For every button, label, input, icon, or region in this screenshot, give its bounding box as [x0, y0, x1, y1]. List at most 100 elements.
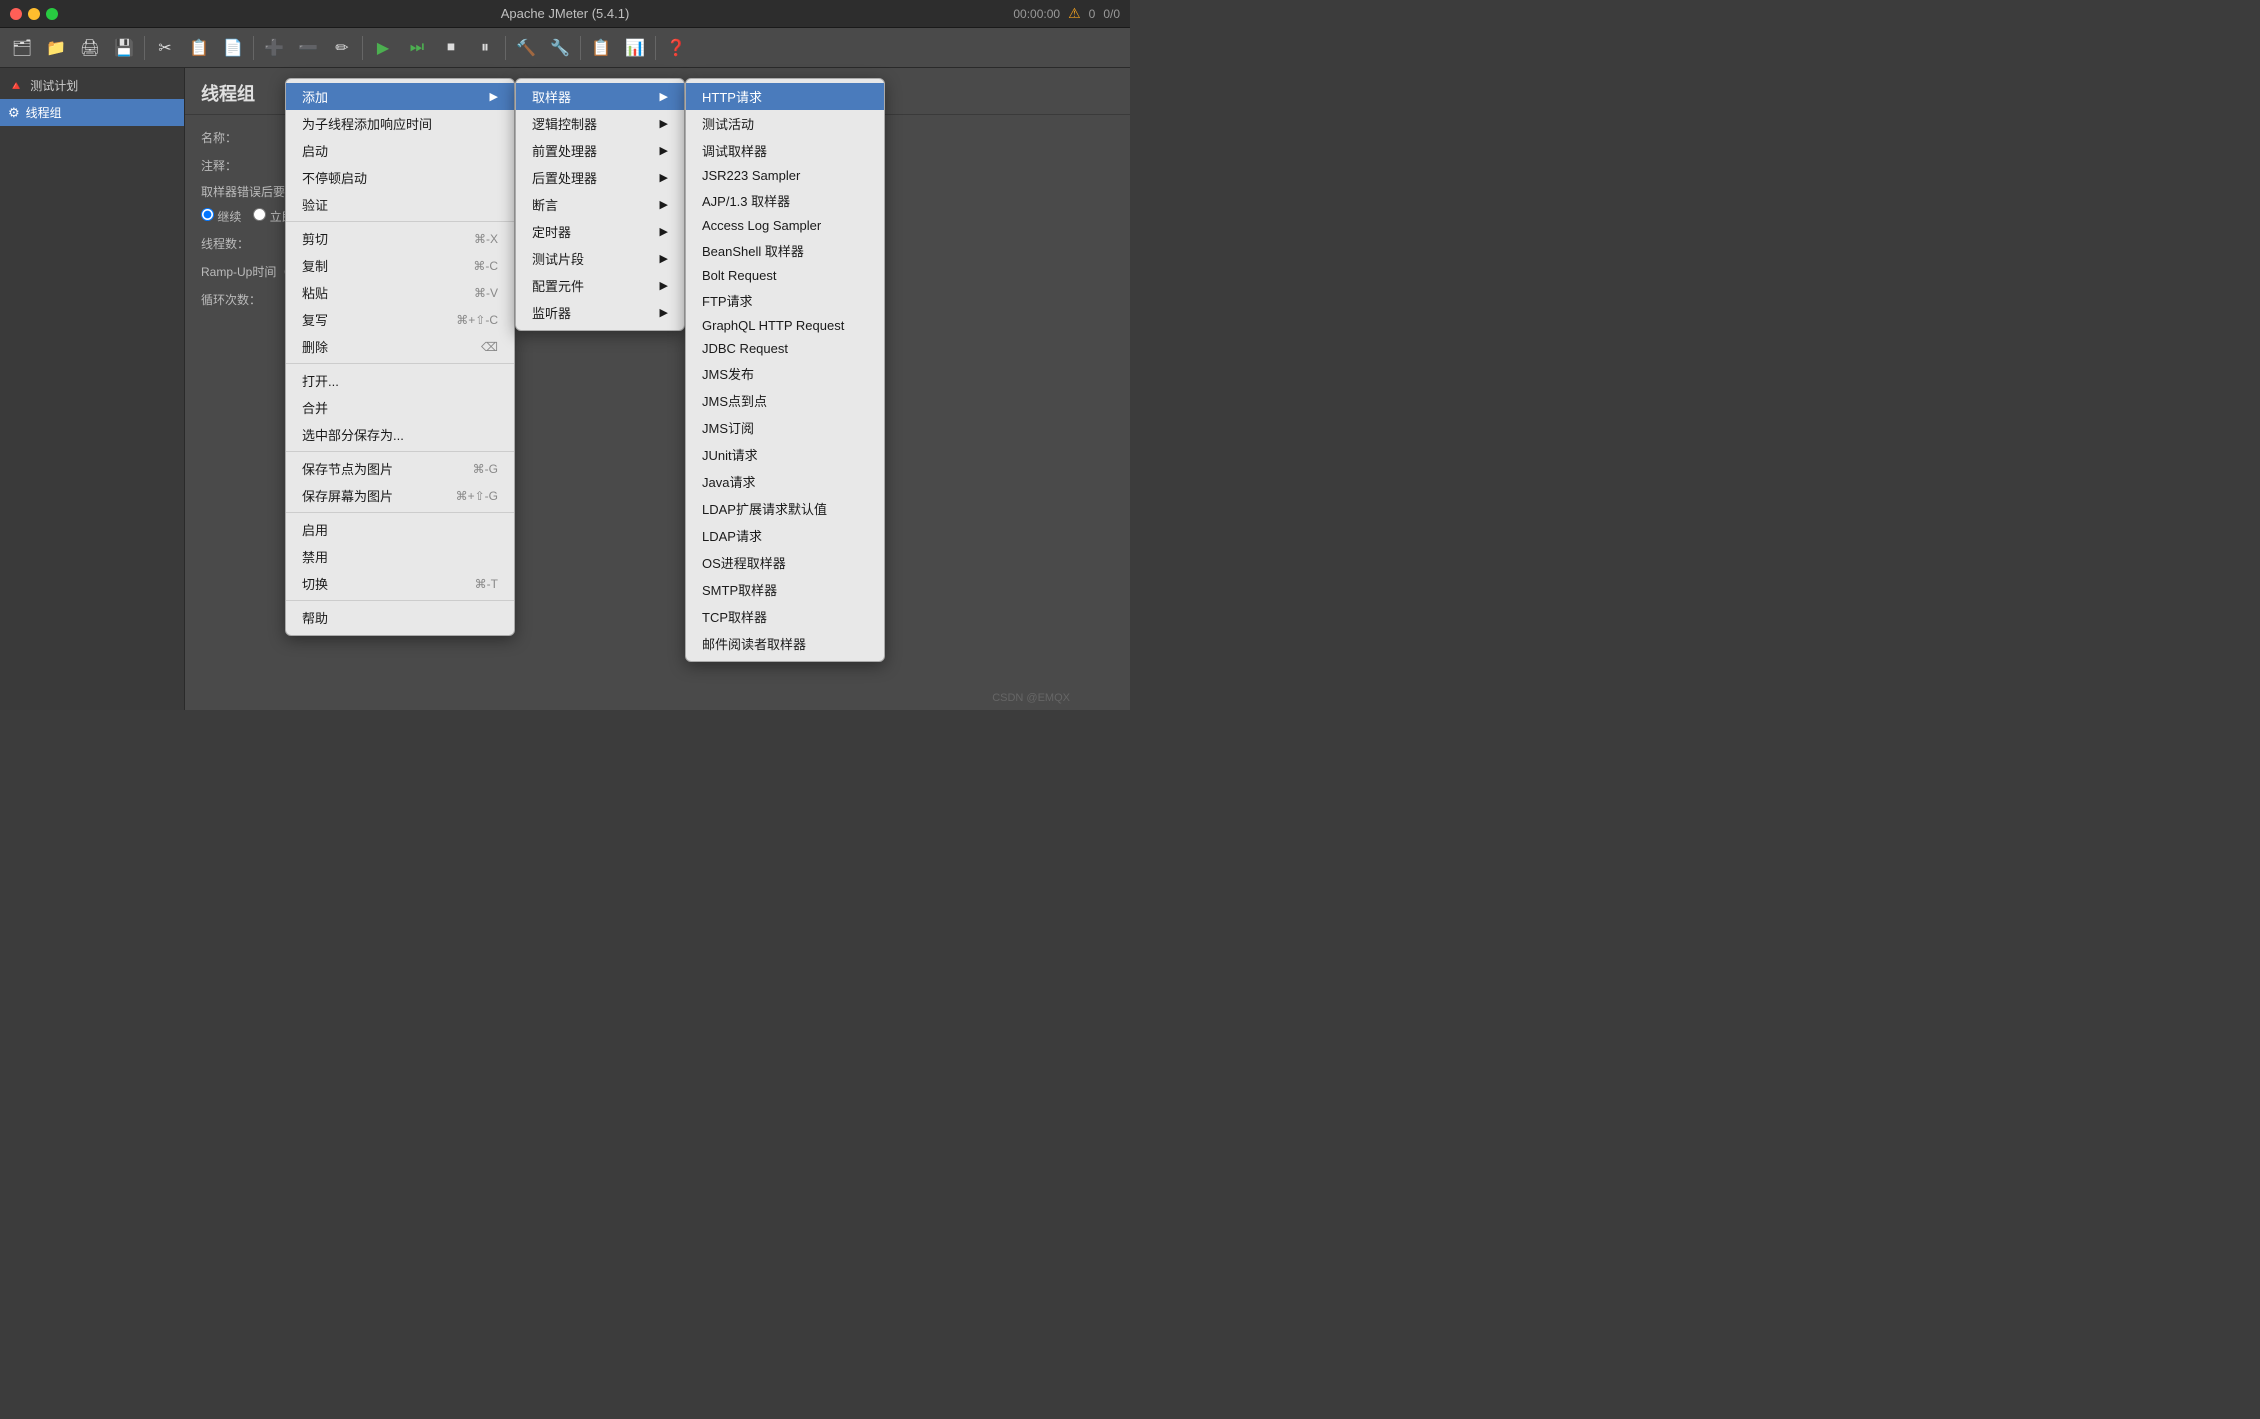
jms-sub-item[interactable]: JMS订阅 [686, 414, 884, 441]
ctx-open[interactable]: 打开... [286, 367, 514, 394]
jdbc-label: JDBC Request [702, 341, 788, 356]
toolbar-print[interactable]: 🖨 [74, 32, 106, 64]
toolbar-copy[interactable]: 📋 [183, 32, 215, 64]
mail-reader-item[interactable]: 邮件阅读者取样器 [686, 630, 884, 657]
smtp-label: SMTP取样器 [702, 580, 777, 599]
ctx-merge-label: 合并 [302, 398, 328, 417]
toolbar-cut[interactable]: ✂ [149, 32, 181, 64]
close-button[interactable] [10, 8, 22, 20]
ctx-save-screen-img-shortcut: ⌘+⇧-G [456, 489, 498, 503]
graphql-label: GraphQL HTTP Request [702, 318, 844, 333]
timer-display: 00:00:00 [1013, 7, 1060, 21]
traffic-lights [10, 8, 58, 20]
beanshell-item[interactable]: BeanShell 取样器 [686, 237, 884, 264]
ctx-start[interactable]: 启动 [286, 137, 514, 164]
test-activity-item[interactable]: 测试活动 [686, 110, 884, 137]
toolbar-sep1 [144, 36, 145, 60]
sub-sampler-label: 取样器 [532, 87, 571, 106]
ctx-add-response-time[interactable]: 为子线程添加响应时间 [286, 110, 514, 137]
toolbar-sep2 [253, 36, 254, 60]
access-log-item[interactable]: Access Log Sampler [686, 214, 884, 237]
graphql-item[interactable]: GraphQL HTTP Request [686, 314, 884, 337]
jdbc-item[interactable]: JDBC Request [686, 337, 884, 360]
sub-fragment-label: 测试片段 [532, 249, 584, 268]
ajp-item[interactable]: AJP/1.3 取样器 [686, 187, 884, 214]
minimize-button[interactable] [28, 8, 40, 20]
toolbar-tools[interactable]: 🔧 [544, 32, 576, 64]
toolbar-edit[interactable]: ✏ [326, 32, 358, 64]
toolbar-help[interactable]: ❓ [660, 32, 692, 64]
jms-pub-label: JMS发布 [702, 364, 754, 383]
ctx-save-screen-img[interactable]: 保存屏幕为图片 ⌘+⇧-G [286, 482, 514, 509]
jms-pub-item[interactable]: JMS发布 [686, 360, 884, 387]
maximize-button[interactable] [46, 8, 58, 20]
ctx-delete[interactable]: 删除 ⌫ [286, 333, 514, 360]
tcp-item[interactable]: TCP取样器 [686, 603, 884, 630]
ctx-save-screen-img-label: 保存屏幕为图片 [302, 486, 393, 505]
ctx-sep4 [286, 512, 514, 513]
jsr223-item[interactable]: JSR223 Sampler [686, 164, 884, 187]
java-label: Java请求 [702, 472, 755, 491]
junit-item[interactable]: JUnit请求 [686, 441, 884, 468]
ctx-help[interactable]: 帮助 [286, 604, 514, 631]
debug-sampler-label: 调试取样器 [702, 141, 767, 160]
toolbar-save[interactable]: 💾 [108, 32, 140, 64]
sub-pre[interactable]: 前置处理器 ▶ [516, 137, 684, 164]
toolbar-pause[interactable]: ⏸ [469, 32, 501, 64]
java-item[interactable]: Java请求 [686, 468, 884, 495]
toolbar-build[interactable]: 🔨 [510, 32, 542, 64]
toolbar-results[interactable]: 📊 [619, 32, 651, 64]
ctx-add[interactable]: 添加 ▶ [286, 83, 514, 110]
os-process-item[interactable]: OS进程取样器 [686, 549, 884, 576]
sub-listener[interactable]: 监听器 ▶ [516, 299, 684, 326]
sub-assertion[interactable]: 断言 ▶ [516, 191, 684, 218]
ctx-save-node-img[interactable]: 保存节点为图片 ⌘-G [286, 455, 514, 482]
sub-listener-arrow: ▶ [660, 306, 668, 319]
toolbar-stop[interactable]: ⏹ [435, 32, 467, 64]
toolbar-paste[interactable]: 📄 [217, 32, 249, 64]
ctx-paste[interactable]: 粘贴 ⌘-V [286, 279, 514, 306]
toolbar-sep6 [655, 36, 656, 60]
ctx-save-selection[interactable]: 选中部分保存为... [286, 421, 514, 448]
ctx-duplicate[interactable]: 复写 ⌘+⇧-C [286, 306, 514, 333]
mail-reader-label: 邮件阅读者取样器 [702, 634, 806, 653]
ctx-disable[interactable]: 禁用 [286, 543, 514, 570]
sub-sampler[interactable]: 取样器 ▶ [516, 83, 684, 110]
toolbar-run[interactable]: ▶ [367, 32, 399, 64]
smtp-item[interactable]: SMTP取样器 [686, 576, 884, 603]
ctx-copy[interactable]: 复制 ⌘-C [286, 252, 514, 279]
ldap-ext-item[interactable]: LDAP扩展请求默认值 [686, 495, 884, 522]
toolbar-templates[interactable]: 📋 [585, 32, 617, 64]
ctx-toggle[interactable]: 切换 ⌘-T [286, 570, 514, 597]
ldap-item[interactable]: LDAP请求 [686, 522, 884, 549]
toolbar-new[interactable]: 🗂 [6, 32, 38, 64]
ctx-toggle-shortcut: ⌘-T [475, 577, 498, 591]
sub-timer[interactable]: 定时器 ▶ [516, 218, 684, 245]
sidebar-item-testplan[interactable]: 🔺 测试计划 [0, 72, 184, 99]
sub-listener-label: 监听器 [532, 303, 571, 322]
sidebar-item-threadgroup[interactable]: ⚙ 线程组 [0, 99, 184, 126]
ctx-paste-label: 粘贴 [302, 283, 328, 302]
jms-p2p-item[interactable]: JMS点到点 [686, 387, 884, 414]
ftp-item[interactable]: FTP请求 [686, 287, 884, 314]
bolt-item[interactable]: Bolt Request [686, 264, 884, 287]
ctx-start-no-pause[interactable]: 不停顿启动 [286, 164, 514, 191]
toolbar-run-nopause[interactable]: ⏭ [401, 32, 433, 64]
debug-sampler-item[interactable]: 调试取样器 [686, 137, 884, 164]
http-request-item[interactable]: HTTP请求 [686, 83, 884, 110]
sub-post[interactable]: 后置处理器 ▶ [516, 164, 684, 191]
ctx-paste-shortcut: ⌘-V [474, 286, 498, 300]
ctx-duplicate-shortcut: ⌘+⇧-C [456, 313, 498, 327]
ctx-add-arrow: ▶ [490, 90, 498, 103]
ctx-validate[interactable]: 验证 [286, 191, 514, 218]
toolbar-add[interactable]: ➕ [258, 32, 290, 64]
ctx-merge[interactable]: 合并 [286, 394, 514, 421]
sub-logic[interactable]: 逻辑控制器 ▶ [516, 110, 684, 137]
sub-config[interactable]: 配置元件 ▶ [516, 272, 684, 299]
toolbar-open[interactable]: 📁 [40, 32, 72, 64]
ctx-enable[interactable]: 启用 [286, 516, 514, 543]
ctx-cut[interactable]: 剪切 ⌘-X [286, 225, 514, 252]
sub-post-label: 后置处理器 [532, 168, 597, 187]
sub-fragment[interactable]: 测试片段 ▶ [516, 245, 684, 272]
toolbar-remove[interactable]: ➖ [292, 32, 324, 64]
